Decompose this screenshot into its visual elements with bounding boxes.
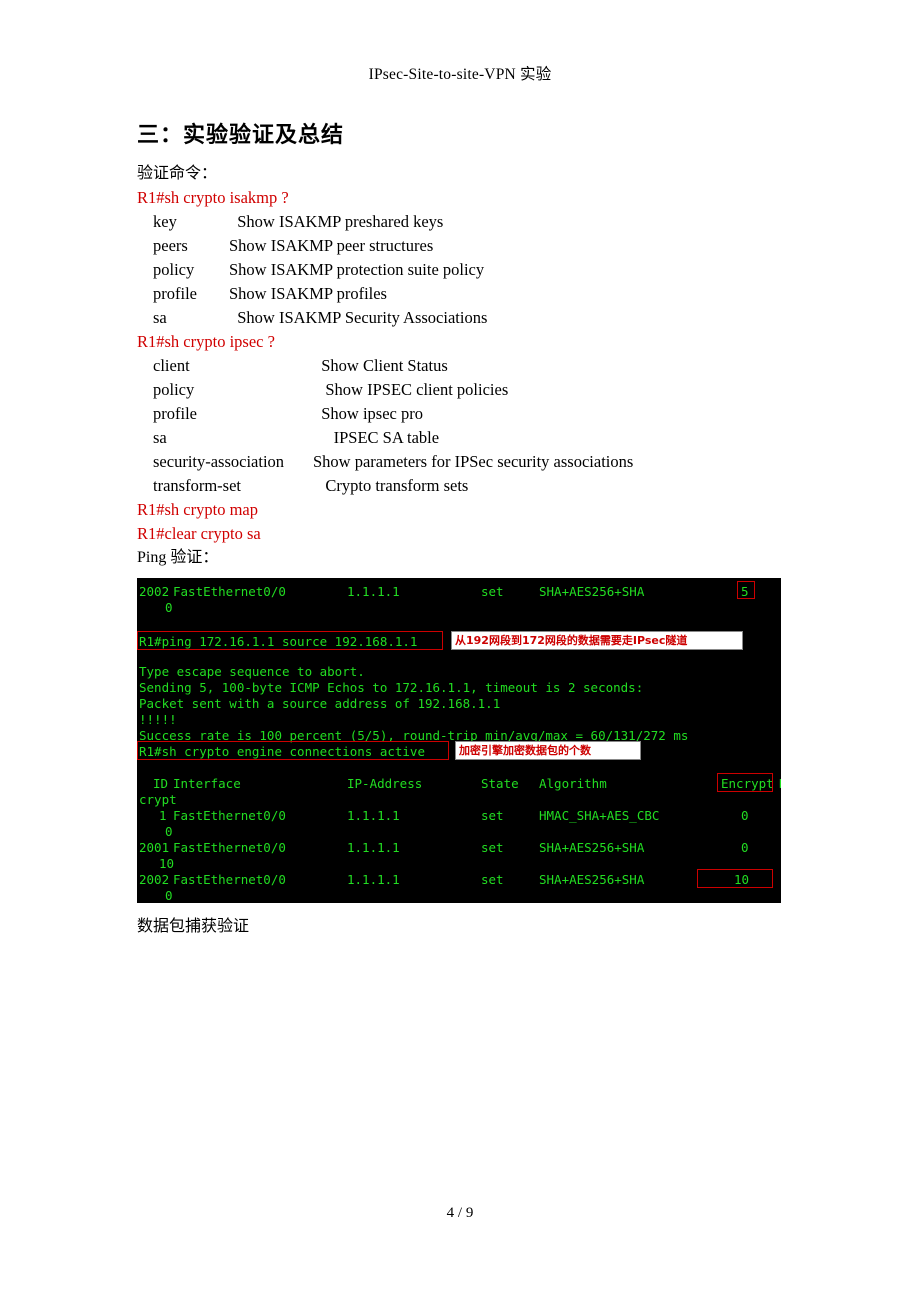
table-row-algorithm: SHA+AES256+SHA [539,872,645,887]
table-row-ip: 1.1.1.1 [347,840,400,855]
option-key: key [153,212,177,231]
option-key: profile [153,404,197,423]
list-item: client Show Client Status [137,354,837,378]
list-item: transform-set Crypto transform sets [137,474,837,498]
option-desc: Show IPSEC client policies [313,380,509,399]
top-row-interface: FastEthernet0/0 [173,584,286,599]
option-desc: Show ipsec pro [313,404,423,423]
list-item: sa Show ISAKMP Security Associations [137,306,837,330]
terminal-output-line: Type escape sequence to abort. [139,664,365,679]
highlight-box-engine-command [137,741,449,760]
list-item: key Show ISAKMP preshared keys [137,210,837,234]
figure-caption: 数据包捕获验证 [137,918,250,935]
command-sh-crypto-ipsec: R1#sh crypto ipsec ? [137,332,275,351]
table-row-encrypt: 0 [741,808,749,823]
option-key: transform-set [153,476,241,495]
table-row-ip: 1.1.1.1 [347,872,400,887]
intro-label: 验证命令： [137,165,218,182]
table-header-id: ID [153,776,169,791]
table-header-decrypt-part1: De [779,776,781,792]
option-key: peers [153,236,188,255]
terminal-content: 2002 FastEthernet0/0 1.1.1.1 set SHA+AES… [137,578,781,903]
table-header-algorithm: Algorithm [539,776,607,791]
option-key: security-association [153,452,285,471]
option-key: profile [153,284,197,303]
table-row-state: set [481,840,504,855]
table-header-interface: Interface [173,776,241,791]
option-desc: Show ISAKMP preshared keys [229,212,444,231]
list-item: security-association Show parameters for … [137,450,837,474]
option-desc: Show parameters for IPSec security assoc… [313,452,634,471]
list-item: profile Show ipsec pro [137,402,837,426]
highlight-box-encrypt-header [717,773,773,792]
top-row-id: 2002 [139,584,170,599]
option-desc: Show ISAKMP Security Associations [229,308,488,327]
terminal-output-line: Sending 5, 100-byte ICMP Echos to 172.16… [139,680,644,695]
list-item: profile Show ISAKMP profiles [137,282,837,306]
list-item: sa IPSEC SA table [137,426,837,450]
top-row-ip: 1.1.1.1 [347,584,400,599]
top-row-state: set [481,584,504,599]
table-row-id: 1 [159,808,167,823]
top-row-algorithm: SHA+AES256+SHA [539,584,645,599]
document-page: IPsec-Site-to-site-VPN 实验 三：实验验证及总结 验证命令… [0,0,920,1302]
highlight-box-ping-command [137,631,443,650]
option-desc: Show ISAKMP peer structures [229,236,434,255]
terminal-output-line: !!!!! [139,712,177,727]
option-key: sa [153,428,167,447]
list-item: peers Show ISAKMP peer structures [137,234,837,258]
command-clear-crypto-sa: R1#clear crypto sa [137,524,261,543]
table-row-decrypt: 0 [165,888,173,903]
highlight-box-top-encrypt [737,581,755,599]
table-header-state: State [481,776,519,791]
table-row-state: set [481,872,504,887]
option-desc: Show Client Status [313,356,448,375]
list-item: policy Show ISAKMP protection suite polic… [137,258,837,282]
option-desc: Crypto transform sets [313,476,469,495]
list-item: policy Show IPSEC client policies [137,378,837,402]
annotation-ping-note: 从192网段到172网段的数据需要走IPsec隧道 [451,631,743,650]
table-row-id: 2002 [139,872,170,887]
table-row-interface: FastEthernet0/0 [173,872,286,887]
option-desc: Show ISAKMP protection suite policy [229,260,485,279]
table-row-algorithm: SHA+AES256+SHA [539,840,645,855]
highlight-box-row-encrypt [697,869,773,888]
table-row-decrypt: 0 [165,824,173,839]
terminal-output-line: Packet sent with a source address of 192… [139,696,501,711]
option-desc: Show ISAKMP profiles [229,284,387,303]
table-header-ip: IP-Address [347,776,423,791]
table-row-state: set [481,808,504,823]
table-row-interface: FastEthernet0/0 [173,840,286,855]
ipsec-option-list: client Show Client Status policy Show IP… [137,354,837,498]
table-row-interface: FastEthernet0/0 [173,808,286,823]
table-row-algorithm: HMAC_SHA+AES_CBC [539,808,660,823]
option-key: sa [153,308,167,327]
table-row-ip: 1.1.1.1 [347,808,400,823]
table-header-decrypt-part2: crypt [139,792,177,807]
page-title: 三：实验验证及总结 [137,122,345,147]
ping-label: Ping 验证： [137,549,219,566]
terminal-screenshot: 2002 FastEthernet0/0 1.1.1.1 set SHA+AES… [137,578,781,903]
isakmp-option-list: key Show ISAKMP preshared keys peers Show… [137,210,837,330]
table-row-encrypt: 0 [741,840,749,855]
body-text-block: 验证命令： R1#sh crypto isakmp ? key Show ISA… [137,162,837,570]
option-key: policy [153,260,195,279]
page-running-header: IPsec-Site-to-site-VPN 实验 [368,66,552,83]
annotation-engine-note: 加密引擎加密数据包的个数 [455,741,641,760]
command-sh-crypto-isakmp: R1#sh crypto isakmp ? [137,188,289,207]
table-row-decrypt: 10 [159,856,175,871]
option-key: client [153,356,190,375]
top-row-decrypt: 0 [165,600,173,615]
option-desc: IPSEC SA table [313,428,440,447]
option-key: policy [153,380,195,399]
table-row-id: 2001 [139,840,170,855]
command-sh-crypto-map: R1#sh crypto map [137,500,258,519]
page-footer: 4 / 9 [446,1205,474,1221]
